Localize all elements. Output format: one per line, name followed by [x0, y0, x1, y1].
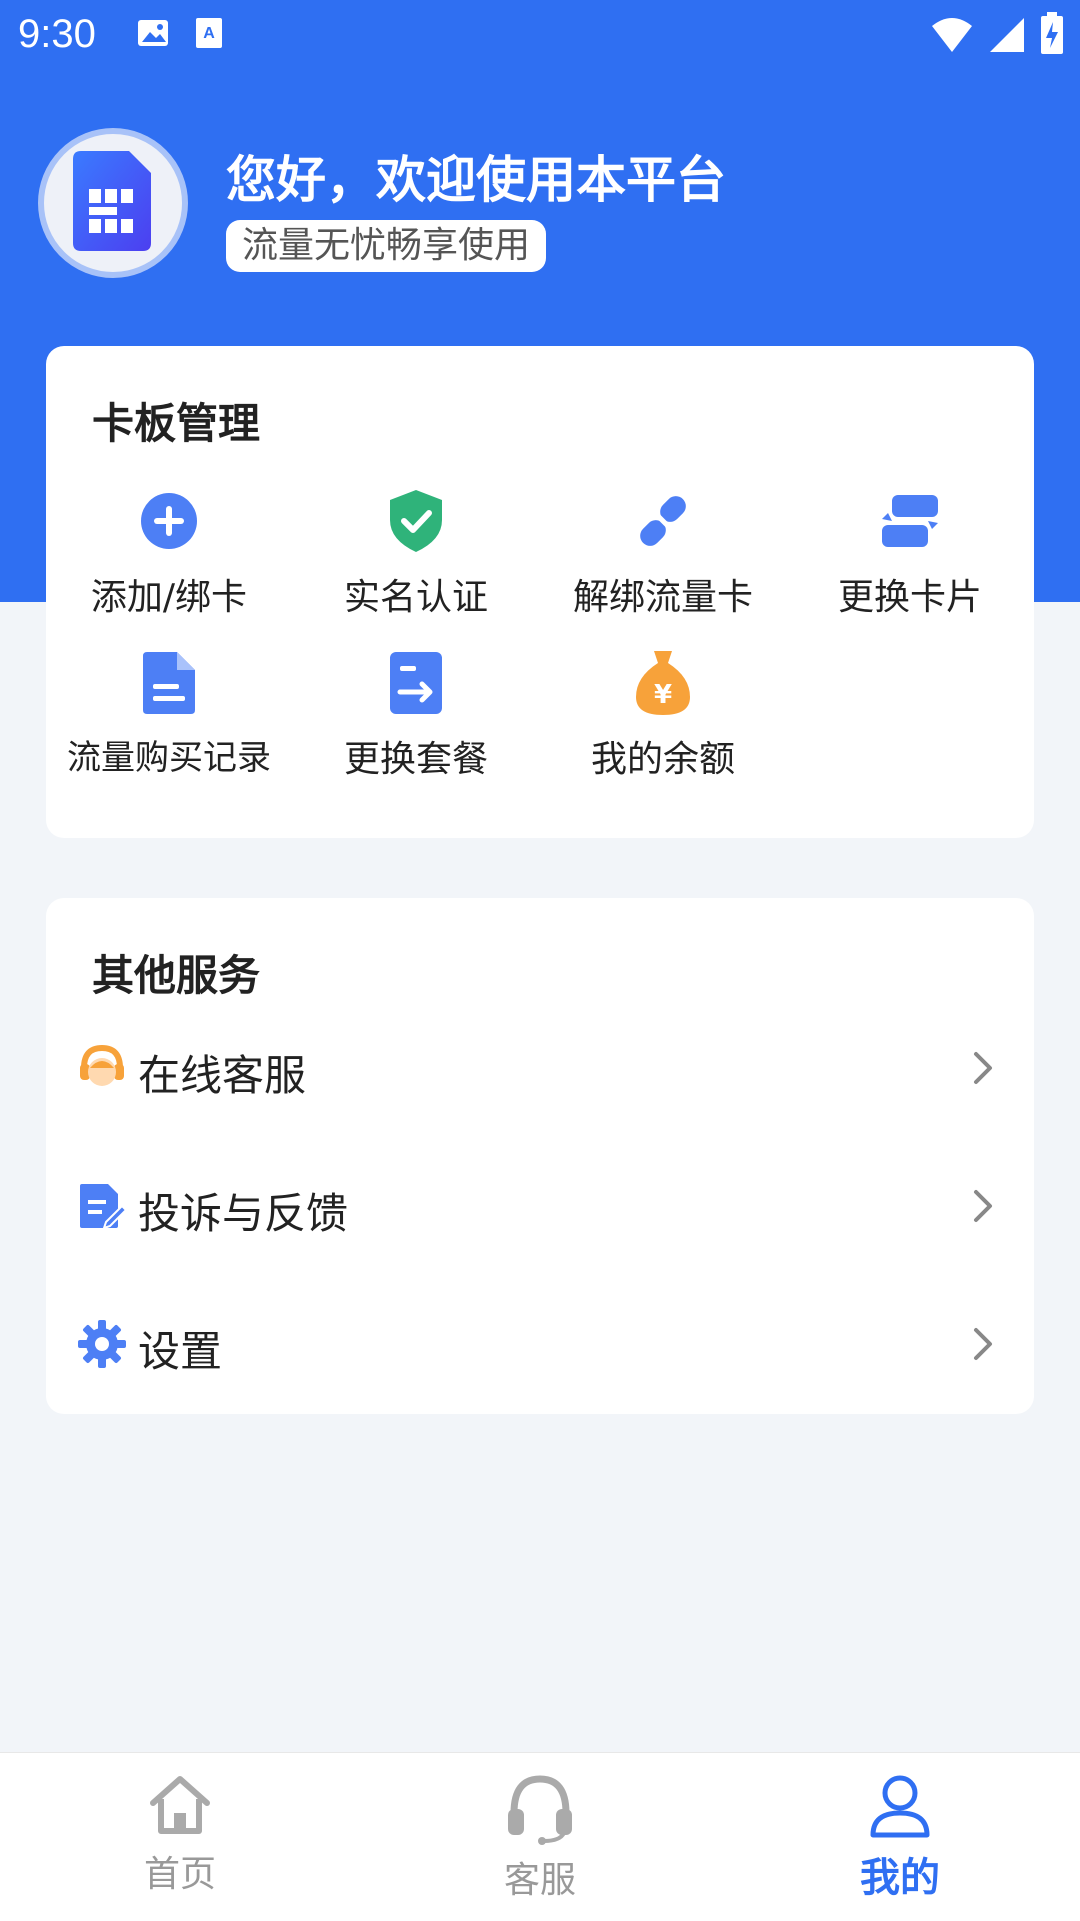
grid-item-label: 更换卡片	[837, 577, 982, 618]
nav-label: 客服	[503, 1860, 576, 1901]
bottom-navigation: 首页 客服 我的	[0, 1752, 1080, 1921]
nav-home[interactable]: 首页	[80, 1773, 280, 1897]
greeting-title: 您好，欢迎使用本平台	[226, 151, 726, 209]
swap-icon	[880, 493, 940, 553]
chevron-right-icon	[972, 1050, 994, 1090]
battery-charging-icon	[1040, 12, 1064, 60]
text-a-icon: A	[194, 16, 224, 54]
status-bar: 9:30 A	[0, 0, 1080, 72]
image-icon	[136, 16, 170, 54]
grid-item-label: 流量购买记录	[67, 738, 271, 778]
cell-signal-icon	[988, 14, 1026, 58]
real-name-verify-button[interactable]: 实名认证	[293, 490, 539, 620]
settings-item[interactable]: 设置	[46, 1276, 1034, 1414]
list-item-label: 投诉与反馈	[138, 1189, 349, 1238]
online-customer-service-item[interactable]: 在线客服	[46, 1000, 1034, 1138]
unlink-icon	[633, 491, 693, 555]
greeting-subtitle-badge: 流量无忧畅享使用	[226, 220, 547, 272]
shield-check-icon	[388, 490, 444, 556]
change-plan-button[interactable]: 更换套餐	[293, 652, 539, 782]
complaint-feedback-item[interactable]: 投诉与反馈	[46, 1138, 1034, 1276]
replace-card-button[interactable]: 更换卡片	[787, 490, 1033, 620]
status-time: 9:30	[18, 12, 96, 56]
sim-card-icon	[73, 151, 153, 255]
list-item-label: 在线客服	[138, 1051, 307, 1100]
money-bag-icon: ¥	[636, 651, 690, 719]
my-balance-button[interactable]: ¥ 我的余额	[540, 651, 786, 782]
grid-item-label: 解绑流量卡	[572, 577, 753, 618]
wifi-icon	[930, 14, 974, 58]
list-item-label: 设置	[138, 1327, 223, 1376]
svg-text:¥: ¥	[654, 680, 672, 710]
grid-item-label: 更换套餐	[343, 739, 488, 780]
unbind-data-card-button[interactable]: 解绑流量卡	[540, 490, 786, 620]
nav-mine[interactable]: 我的	[800, 1773, 1000, 1903]
user-icon	[867, 1775, 933, 1843]
headset-icon	[504, 1775, 576, 1849]
nav-customer-service[interactable]: 客服	[440, 1773, 640, 1903]
home-icon	[147, 1776, 213, 1843]
document-arrow-icon	[390, 652, 442, 718]
nav-label: 首页	[143, 1854, 216, 1895]
card-management-title: 卡板管理	[92, 399, 261, 448]
gear-icon	[78, 1320, 126, 1368]
customer-service-icon	[78, 1044, 126, 1092]
grid-item-label: 实名认证	[343, 577, 488, 618]
other-services-panel: 其他服务 在线客服 投诉与反馈 设置	[46, 898, 1034, 1414]
add-circle-icon	[139, 491, 199, 555]
avatar[interactable]	[38, 128, 188, 278]
other-services-title: 其他服务	[92, 951, 261, 1000]
nav-label: 我的	[860, 1855, 940, 1901]
grid-item-label: 添加/绑卡	[90, 577, 248, 618]
document-icon	[143, 652, 195, 718]
grid-item-label: 我的余额	[590, 739, 735, 780]
data-purchase-history-button[interactable]: 流量购买记录	[46, 652, 292, 779]
chevron-right-icon	[972, 1326, 994, 1366]
chevron-right-icon	[972, 1188, 994, 1228]
svg-text:A: A	[203, 25, 215, 42]
card-management-panel: 卡板管理 添加/绑卡 实名认证 解绑流量卡 更换卡片 流量购买记录 更换套餐 ¥…	[46, 346, 1034, 838]
add-bind-card-button[interactable]: 添加/绑卡	[46, 490, 292, 620]
feedback-edit-icon	[78, 1182, 128, 1230]
